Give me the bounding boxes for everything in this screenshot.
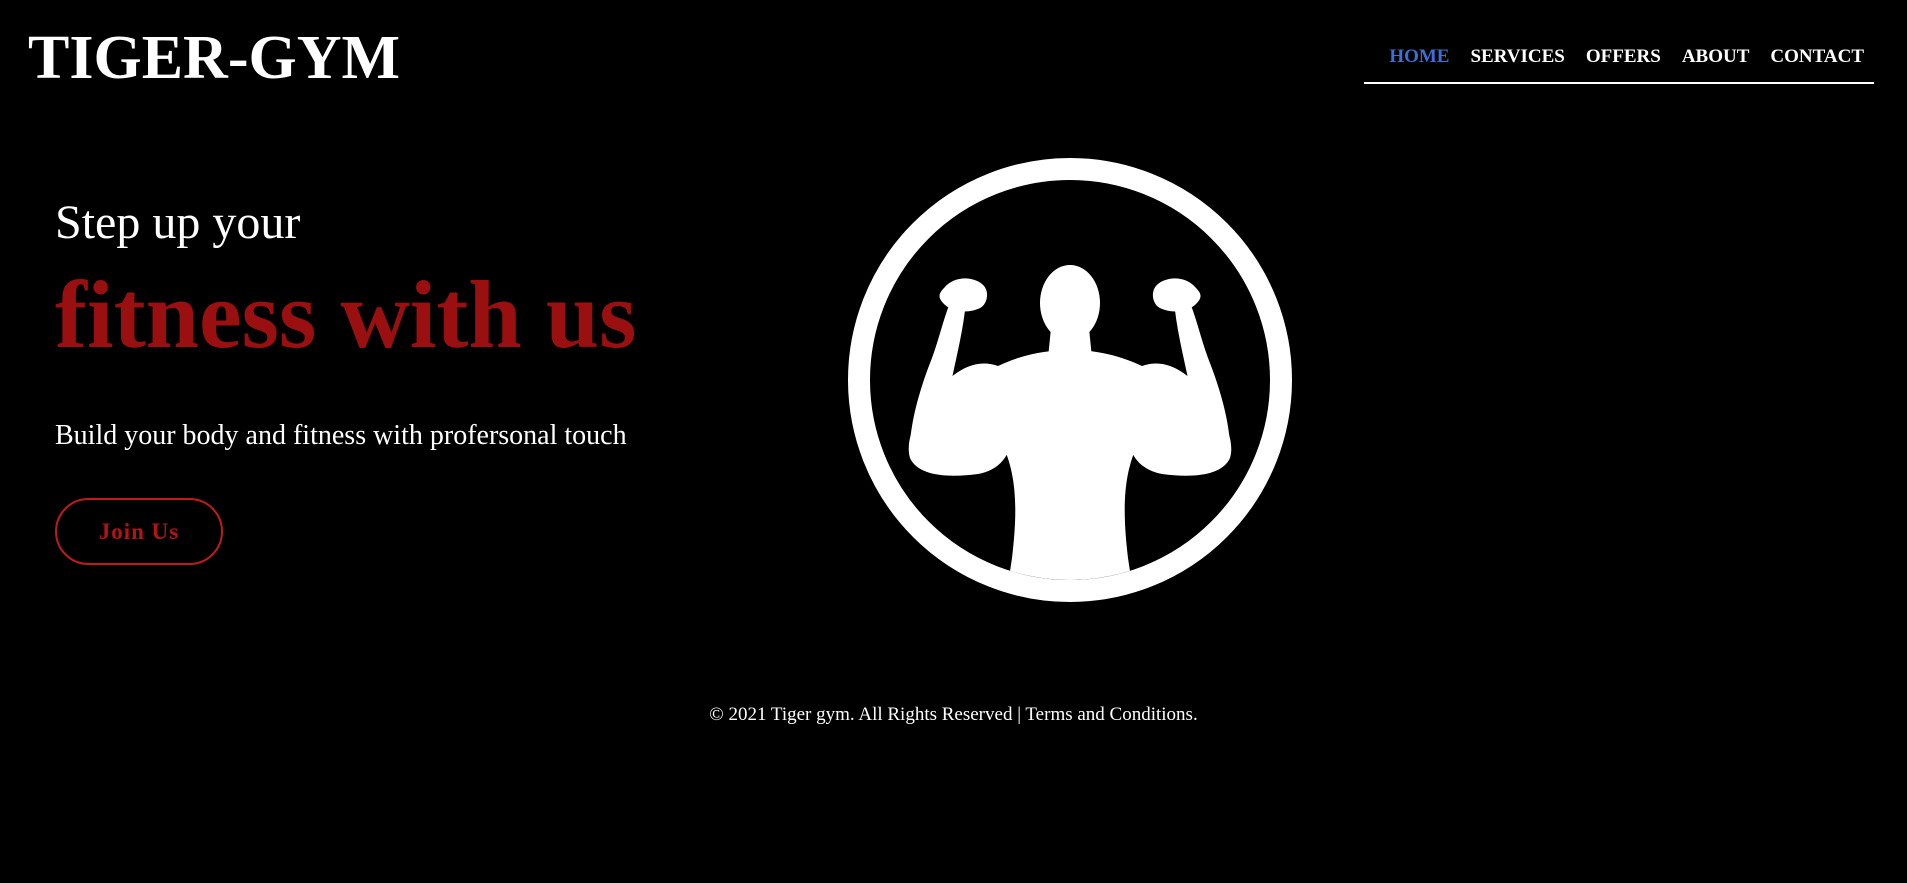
hero-subtitle: Build your body and fitness with profers…: [55, 420, 627, 451]
nav-contact[interactable]: CONTACT: [1770, 40, 1864, 74]
page: TIGER-GYM HOME SERVICES OFFERS ABOUT CON…: [0, 0, 1907, 883]
nav-home[interactable]: HOME: [1389, 40, 1449, 74]
nav-services[interactable]: SERVICES: [1470, 40, 1564, 74]
footer-copyright: © 2021 Tiger gym. All Rights Reserved | …: [709, 704, 1198, 725]
site-logo[interactable]: TIGER-GYM: [28, 22, 400, 94]
nav-about[interactable]: ABOUT: [1682, 40, 1750, 74]
hero-heading-line2: fitness with us: [55, 261, 637, 368]
nav-offers[interactable]: OFFERS: [1586, 40, 1661, 74]
main-nav: HOME SERVICES OFFERS ABOUT CONTACT: [1364, 40, 1874, 84]
flexing-man-icon: [848, 158, 1292, 602]
join-us-button[interactable]: Join Us: [55, 498, 223, 565]
hero-heading-line1: Step up your: [55, 196, 301, 249]
